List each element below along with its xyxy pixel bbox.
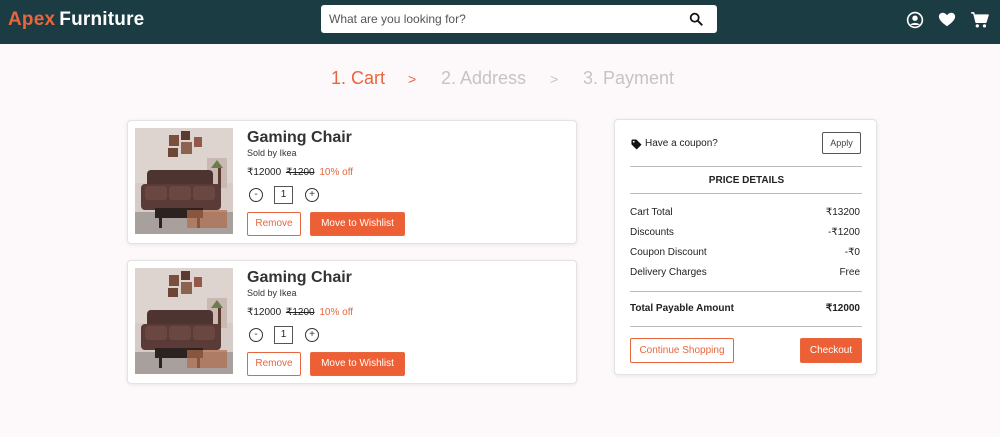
cart-item-card: Gaming Chair Sold by Ikea ₹12000 ₹1200 1… [127, 120, 577, 244]
divider [630, 193, 862, 194]
step-separator: > [408, 71, 417, 87]
brand-name-text: Furniture [59, 9, 145, 30]
discounts-label: Discounts [630, 227, 674, 238]
search-icon[interactable] [689, 12, 703, 26]
price-info: ₹12000 ₹1200 10% off [247, 307, 353, 318]
total-payable-value: ₹12000 [825, 303, 860, 314]
decrease-quantity-button[interactable]: - [249, 328, 263, 342]
brand-logo[interactable]: Apex Furniture [8, 9, 144, 31]
user-circle-icon[interactable] [906, 11, 924, 29]
discount-text: 10% off [319, 167, 354, 178]
delivery-charges-value: Free [839, 267, 860, 278]
move-to-wishlist-button[interactable]: Move to Wishlist [310, 352, 405, 376]
brand-accent-text: Apex [8, 9, 56, 30]
seller-text: Sold by Ikea [247, 288, 297, 298]
tag-icon [631, 139, 642, 150]
coupon-discount-value: -₹0 [844, 247, 860, 258]
divider [630, 166, 862, 167]
price-details-title: PRICE DETAILS [708, 175, 785, 186]
product-image [135, 128, 233, 234]
step-address[interactable]: 2. Address [441, 68, 526, 89]
product-name[interactable]: Gaming Chair [247, 269, 352, 287]
increase-quantity-button[interactable]: + [305, 328, 319, 342]
coupon-prompt: Have a coupon? [645, 138, 718, 149]
step-cart[interactable]: 1. Cart [331, 68, 385, 89]
move-to-wishlist-button[interactable]: Move to Wishlist [310, 212, 405, 236]
price-summary-panel: Have a coupon? Apply PRICE DETAILS Cart … [614, 119, 877, 375]
remove-button[interactable]: Remove [247, 352, 301, 376]
cart-item-card: Gaming Chair Sold by Ikea ₹12000 ₹1200 1… [127, 260, 577, 384]
search-input[interactable] [321, 5, 681, 33]
current-price: ₹12000 [247, 307, 282, 318]
quantity-value[interactable]: 1 [274, 186, 293, 204]
delivery-charges-label: Delivery Charges [630, 267, 707, 278]
seller-text: Sold by Ikea [247, 148, 297, 158]
step-separator: > [550, 71, 559, 87]
heart-icon[interactable] [938, 11, 956, 29]
product-image [135, 268, 233, 374]
top-navbar: Apex Furniture [0, 0, 1000, 44]
price-info: ₹12000 ₹1200 10% off [247, 167, 353, 178]
quantity-value[interactable]: 1 [274, 326, 293, 344]
step-payment[interactable]: 3. Payment [583, 68, 674, 89]
total-payable-label: Total Payable Amount [630, 303, 734, 314]
original-price: ₹1200 [285, 307, 315, 318]
checkout-button[interactable]: Checkout [800, 338, 862, 363]
continue-shopping-button[interactable]: Continue Shopping [630, 338, 734, 363]
increase-quantity-button[interactable]: + [305, 188, 319, 202]
checkout-steps: 1. Cart > 2. Address > 3. Payment [0, 68, 1000, 92]
original-price: ₹1200 [285, 167, 315, 178]
coupon-discount-label: Coupon Discount [630, 247, 707, 258]
cart-total-label: Cart Total [630, 207, 673, 218]
decrease-quantity-button[interactable]: - [249, 188, 263, 202]
product-name[interactable]: Gaming Chair [247, 129, 352, 147]
discounts-value: -₹1200 [828, 227, 860, 238]
cart-total-value: ₹13200 [825, 207, 860, 218]
discount-text: 10% off [319, 307, 354, 318]
divider [630, 326, 862, 327]
divider [630, 291, 862, 292]
shopping-cart-icon[interactable] [970, 11, 990, 29]
apply-coupon-button[interactable]: Apply [822, 132, 861, 154]
remove-button[interactable]: Remove [247, 212, 301, 236]
current-price: ₹12000 [247, 167, 282, 178]
search-bar [321, 5, 717, 33]
